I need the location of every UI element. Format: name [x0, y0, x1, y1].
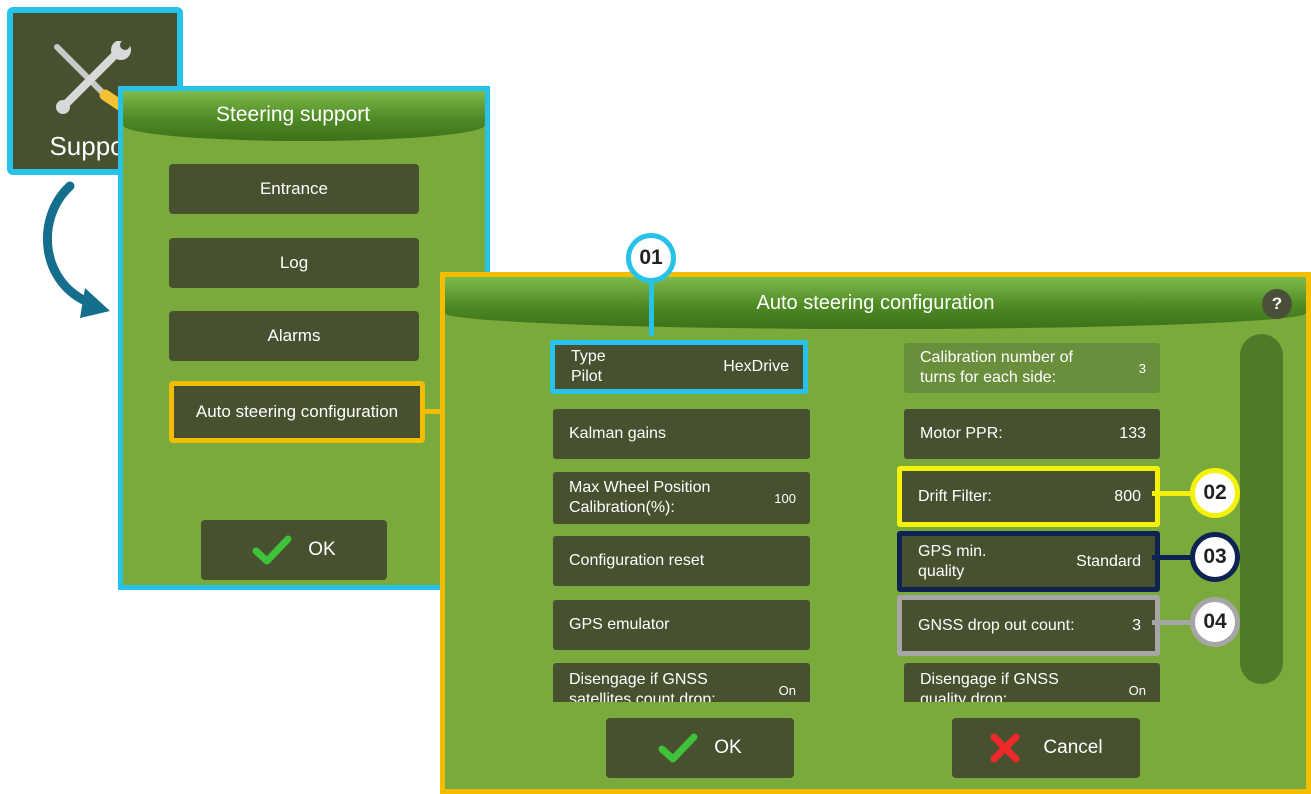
checkmark-icon [252, 535, 292, 565]
gps-emulator-label: GPS emulator [569, 616, 670, 633]
disengage-quality-value: On [1128, 682, 1146, 698]
max-wheel-position-label: Max Wheel Position Calibration(%): [569, 479, 711, 516]
auto-config-title: Auto steering configuration [756, 292, 995, 314]
type-pilot-label: Type Pilot [571, 348, 606, 385]
kalman-gains-row[interactable]: Kalman gains [553, 409, 810, 459]
calibration-turns-value: 3 [1138, 360, 1146, 376]
callout-01: 01 [626, 233, 676, 283]
disengage-quality-label: Disengage if GNSS quality drop: [920, 671, 1059, 702]
callout-02-line [1152, 491, 1192, 496]
configuration-reset-row[interactable]: Configuration reset [553, 536, 810, 586]
gnss-drop-out-count-row[interactable]: GNSS drop out count: 3 [897, 595, 1160, 656]
curved-arrow-icon [43, 181, 110, 318]
callout-01-line [649, 280, 654, 336]
configuration-reset-label: Configuration reset [569, 552, 705, 569]
callout-03: 03 [1190, 532, 1240, 582]
kalman-gains-label: Kalman gains [569, 425, 666, 442]
auto-steering-configuration-button[interactable]: Auto steering configuration [169, 381, 425, 443]
disengage-satellites-value: On [778, 682, 796, 698]
callout-03-line [1152, 555, 1192, 560]
motor-ppr-value: 133 [1119, 425, 1146, 442]
type-pilot-value: HexDrive [723, 358, 789, 375]
auto-config-ok-button[interactable]: OK [606, 718, 794, 778]
steering-ok-button[interactable]: OK [201, 520, 387, 580]
log-button[interactable]: Log [169, 238, 419, 288]
cancel-button[interactable]: Cancel [952, 718, 1140, 778]
motor-ppr-row[interactable]: Motor PPR: 133 [904, 409, 1160, 459]
calibration-turns-label: Calibration number of turns for each sid… [920, 349, 1073, 386]
checkmark-icon [658, 733, 698, 763]
motor-ppr-label: Motor PPR: [920, 425, 1003, 442]
disengage-satellites-label: Disengage if GNSS satellites count drop: [569, 671, 716, 702]
close-icon [990, 733, 1020, 763]
gnss-drop-out-count-label: GNSS drop out count: [918, 616, 1075, 634]
scrollbar[interactable] [1240, 334, 1283, 684]
drift-filter-row[interactable]: Drift Filter: 800 [897, 466, 1160, 527]
steering-support-title: Steering support [216, 103, 371, 126]
max-wheel-position-value: 100 [774, 490, 796, 506]
calibration-turns-row[interactable]: Calibration number of turns for each sid… [904, 343, 1160, 393]
gps-emulator-row[interactable]: GPS emulator [553, 600, 810, 650]
callout-04: 04 [1190, 597, 1240, 647]
gnss-drop-out-count-value: 3 [1132, 616, 1141, 634]
help-button[interactable]: ? [1262, 289, 1292, 319]
gps-min-quality-label: GPS min. quality [918, 542, 987, 580]
steering-ok-label: OK [308, 539, 336, 560]
drift-filter-value: 800 [1114, 487, 1141, 505]
drift-filter-label: Drift Filter: [918, 487, 992, 505]
auto-config-ok-label: OK [714, 737, 742, 758]
config-list: Type Pilot HexDrive Kalman gains Max Whe… [545, 335, 1185, 702]
auto-steering-configuration-panel: Auto steering configuration ? Type Pilot… [440, 272, 1311, 794]
max-wheel-position-row[interactable]: Max Wheel Position Calibration(%): 100 [553, 472, 810, 524]
gps-min-quality-row[interactable]: GPS min. quality Standard [897, 531, 1160, 592]
callout-04-line [1152, 620, 1192, 625]
steering-support-panel: Steering support Entrance Log Alarms Aut… [118, 86, 490, 590]
alarms-button[interactable]: Alarms [169, 311, 419, 361]
disengage-quality-row[interactable]: Disengage if GNSS quality drop: On [904, 663, 1160, 702]
callout-02: 02 [1190, 468, 1240, 518]
gps-min-quality-value: Standard [1076, 552, 1141, 570]
disengage-satellites-row[interactable]: Disengage if GNSS satellites count drop:… [553, 663, 810, 702]
cancel-label: Cancel [1043, 737, 1103, 758]
type-pilot-row[interactable]: Type Pilot HexDrive [550, 340, 808, 394]
entrance-button[interactable]: Entrance [169, 164, 419, 214]
